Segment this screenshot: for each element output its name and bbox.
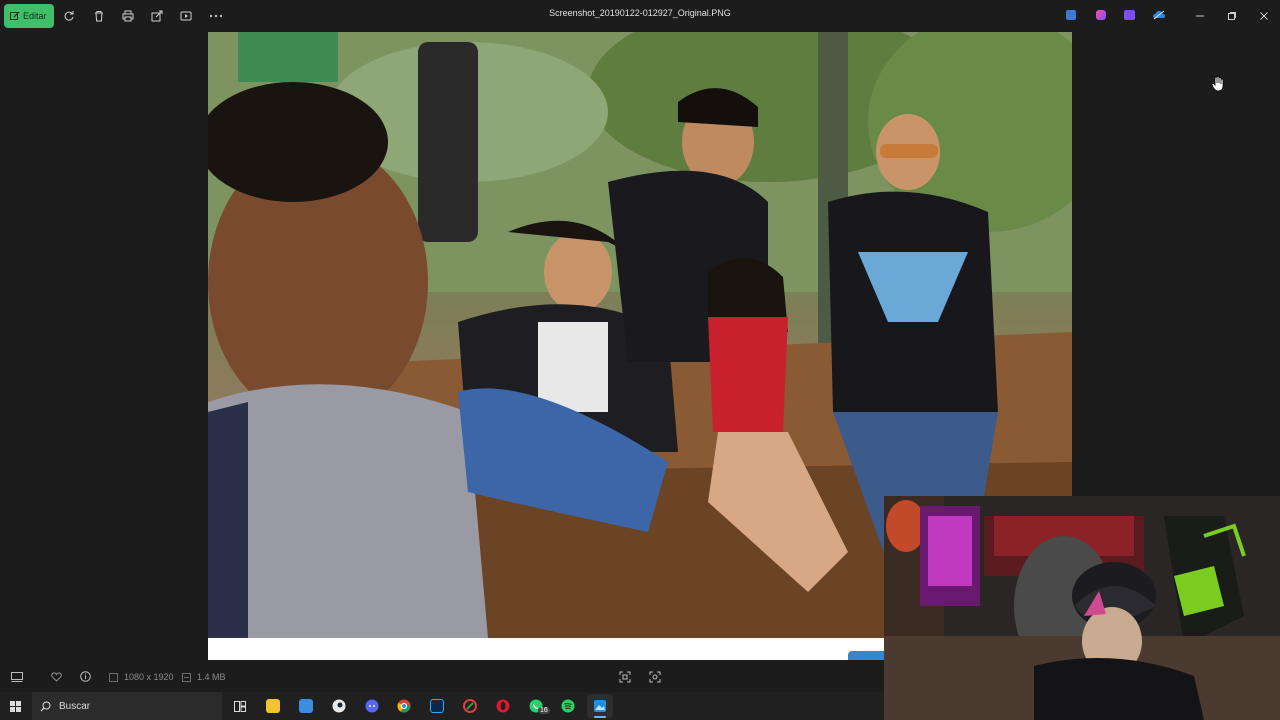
more-icon[interactable]	[205, 5, 227, 27]
chrome-icon[interactable]	[391, 694, 417, 718]
search-icon	[40, 701, 51, 711]
whatsapp-badge: 16	[538, 707, 550, 714]
blue-tab	[848, 651, 884, 660]
photo-bottom-strip	[208, 638, 884, 660]
file-title: Screenshot_20190122-012927_Original.PNG	[549, 8, 731, 18]
onedrive-icon[interactable]	[1152, 9, 1166, 21]
close-icon	[1260, 12, 1268, 20]
search-placeholder: Buscar	[59, 700, 91, 712]
rotate-icon[interactable]	[58, 5, 80, 27]
spotify-icon[interactable]	[555, 694, 581, 718]
minimize-icon	[1196, 15, 1204, 17]
favorite-icon[interactable]	[51, 672, 62, 682]
clipchamp-icon[interactable]	[1124, 10, 1135, 20]
edit-photo-icon[interactable]	[1066, 10, 1076, 20]
edit-button[interactable]: Editar	[4, 4, 54, 28]
trash-icon[interactable]	[88, 5, 110, 27]
dimensions-icon	[109, 673, 118, 682]
task-view-icon[interactable]	[227, 694, 253, 718]
filmstrip-icon[interactable]	[11, 672, 23, 682]
webcam-overlay	[884, 496, 1280, 720]
photoshop-icon[interactable]	[424, 694, 450, 718]
steam-icon[interactable]	[326, 694, 352, 718]
fit-to-window-icon[interactable]	[619, 671, 631, 683]
close-button[interactable]	[1253, 5, 1275, 27]
store-icon[interactable]	[293, 694, 319, 718]
file-explorer-icon[interactable]	[260, 694, 286, 718]
discord-icon[interactable]	[359, 694, 385, 718]
edit-label: Editar	[23, 11, 47, 21]
slideshow-icon[interactable]	[175, 5, 197, 27]
file-size-icon	[182, 673, 191, 682]
file-size: 1.4 MB	[197, 672, 226, 682]
restore-button[interactable]	[1221, 5, 1243, 27]
restore-icon	[1228, 12, 1236, 20]
zoom-icon[interactable]	[649, 671, 661, 683]
image-dimensions: 1080 x 1920	[124, 672, 174, 682]
taskbar-search[interactable]: Buscar	[32, 692, 222, 720]
windows-start-icon[interactable]	[10, 701, 21, 712]
hand-cursor-icon	[1211, 76, 1225, 92]
print-icon[interactable]	[117, 5, 139, 27]
info-icon[interactable]	[80, 671, 91, 682]
edit-icon	[10, 11, 20, 20]
whatsapp-icon[interactable]: 16	[523, 694, 550, 718]
share-icon[interactable]	[146, 5, 168, 27]
opera-icon[interactable]	[490, 694, 516, 718]
photos-icon[interactable]	[587, 694, 613, 718]
app-red-icon[interactable]	[457, 694, 483, 718]
minimize-button[interactable]	[1189, 5, 1211, 27]
designer-icon[interactable]	[1096, 10, 1106, 20]
